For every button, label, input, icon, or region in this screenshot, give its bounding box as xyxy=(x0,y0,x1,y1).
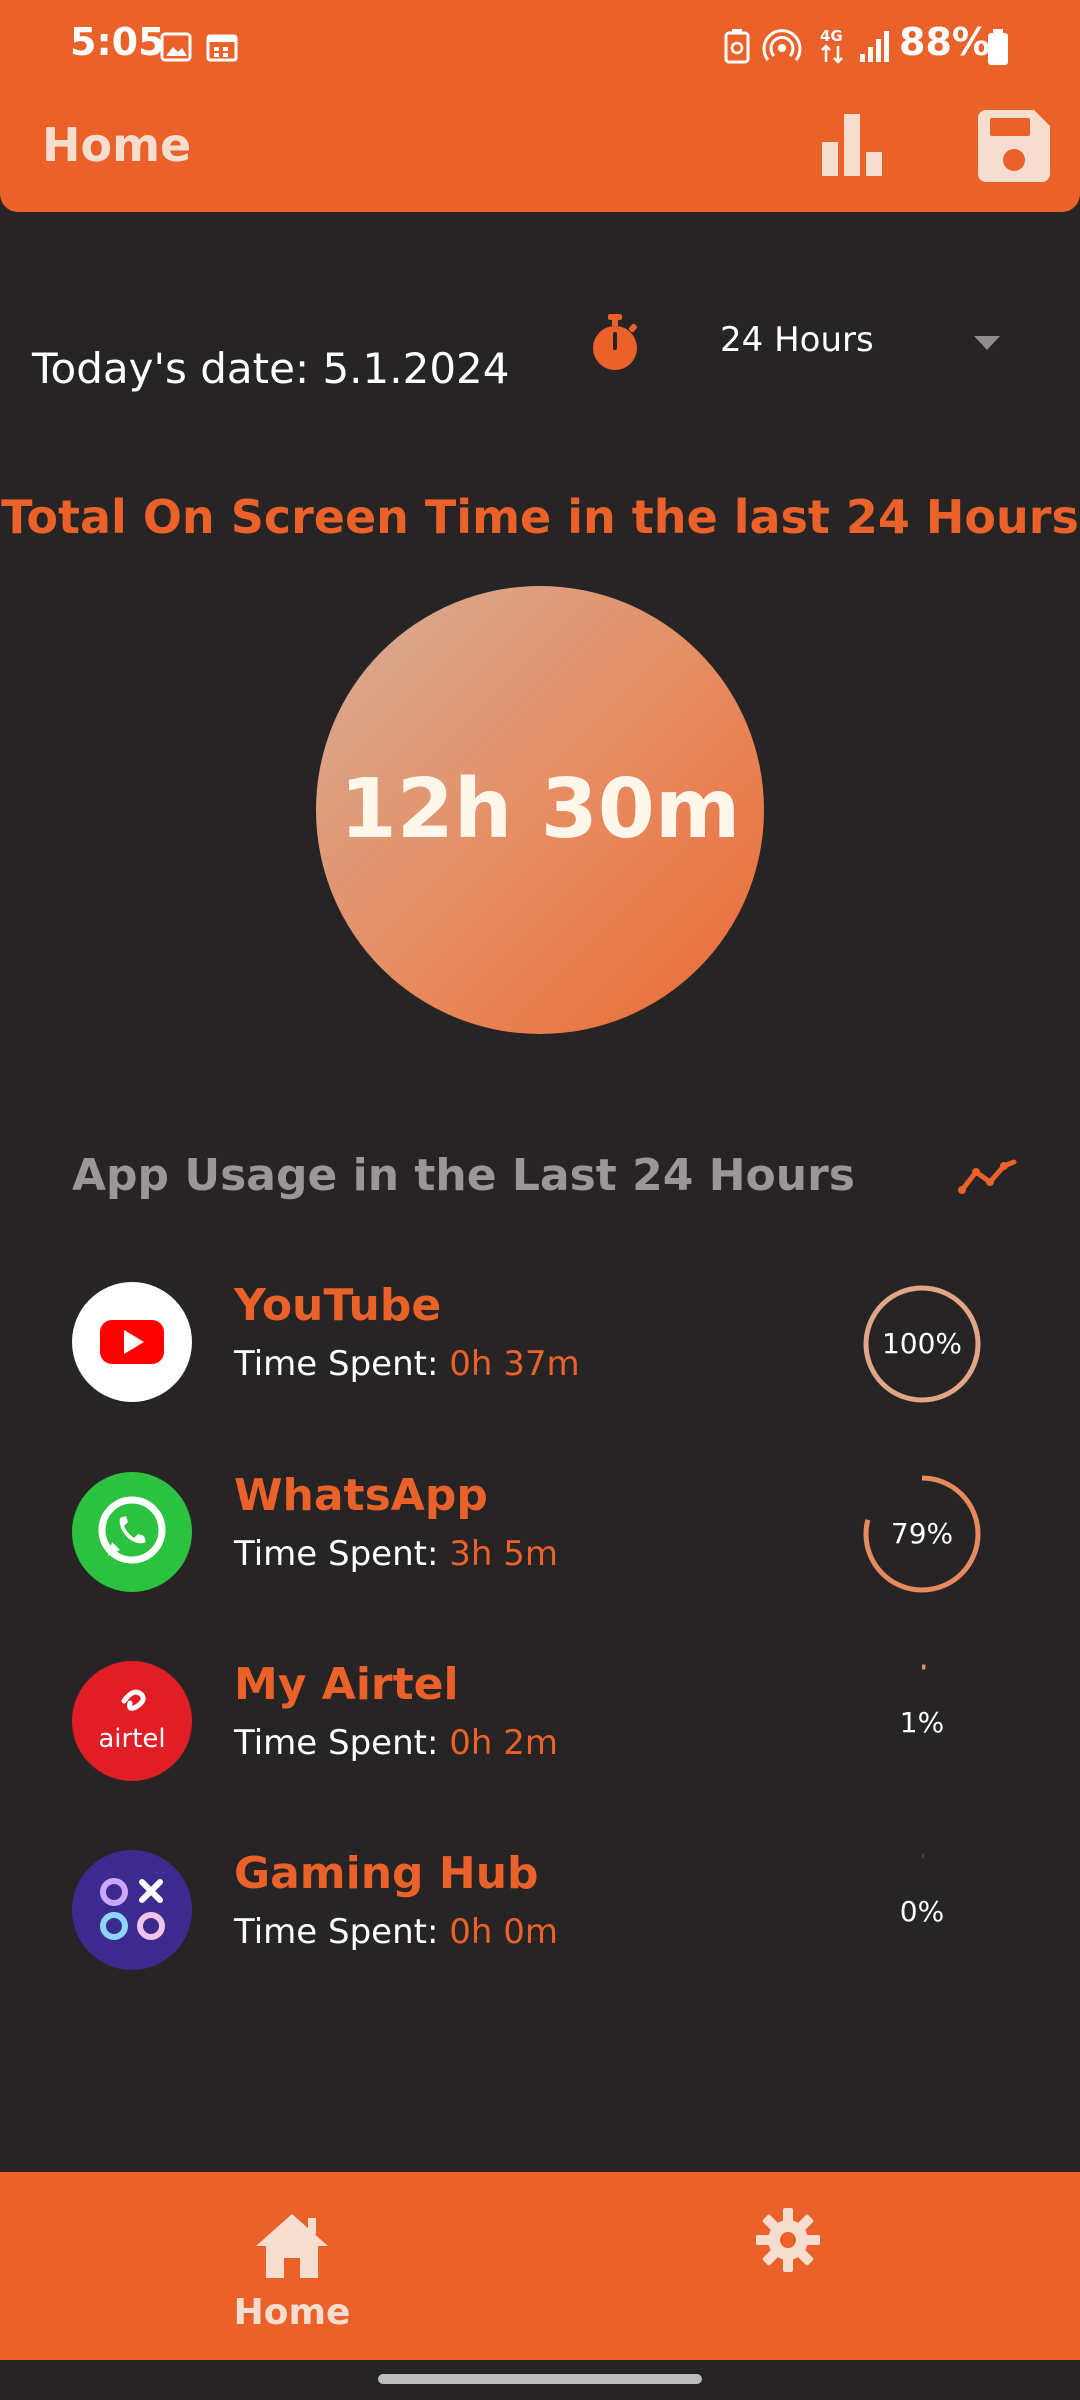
status-time: 5:05 xyxy=(70,20,165,64)
app-row-my-airtel[interactable]: airtel My Airtel Time Spent: 0h 2m 1% xyxy=(0,1651,1080,1791)
app-time-value: 0h 37m xyxy=(449,1344,580,1384)
time-range-value: 24 Hours xyxy=(720,320,874,360)
trend-line-icon[interactable] xyxy=(958,1156,1018,1196)
airtel-icon: airtel xyxy=(72,1661,192,1781)
time-range-dropdown[interactable]: 24 Hours xyxy=(700,300,1020,380)
usage-progress-ring: 0% xyxy=(860,1850,984,1974)
youtube-icon xyxy=(72,1282,192,1402)
usage-percent: 100% xyxy=(881,1327,963,1360)
dropdown-arrow-icon xyxy=(974,336,1000,350)
nav-home-tab[interactable]: Home xyxy=(228,2212,356,2372)
stopwatch-icon xyxy=(593,314,638,370)
app-row-whatsapp[interactable]: WhatsApp Time Spent: 3h 5m 79% xyxy=(0,1462,1080,1602)
network-4g-icon: 4G xyxy=(820,27,843,64)
svg-text:4G: 4G xyxy=(820,27,843,45)
signal-icon xyxy=(860,31,889,62)
app-name: Gaming Hub xyxy=(234,1848,539,1899)
app-bar-title: Home xyxy=(42,118,192,172)
usage-progress-ring: 100% xyxy=(860,1282,984,1406)
usage-percent: 0% xyxy=(899,1895,945,1928)
app-time-spent: Time Spent: 0h 2m xyxy=(234,1723,558,1763)
gaming-hub-icon xyxy=(72,1850,192,1970)
app-name: WhatsApp xyxy=(234,1470,488,1521)
whatsapp-icon xyxy=(72,1472,192,1592)
app-time-value: 3h 5m xyxy=(449,1534,558,1574)
todays-date: Today's date: 5.1.2024 xyxy=(32,344,510,393)
calendar-icon xyxy=(206,34,238,62)
bar-chart-icon[interactable] xyxy=(820,108,884,178)
gallery-icon xyxy=(160,32,192,62)
total-time-value: 12h 30m xyxy=(339,762,741,857)
battery-saver-icon xyxy=(724,29,750,64)
usage-percent: 79% xyxy=(890,1517,954,1550)
home-icon xyxy=(256,2214,328,2278)
app-time-value: 0h 2m xyxy=(449,1723,558,1763)
settings-gear-icon[interactable] xyxy=(756,2208,820,2272)
app-row-youtube[interactable]: YouTube Time Spent: 0h 37m 100% xyxy=(0,1272,1080,1412)
gesture-bar[interactable] xyxy=(378,2374,702,2384)
app-name: YouTube xyxy=(234,1280,442,1331)
save-icon[interactable] xyxy=(978,110,1050,182)
status-bar: 5:05 4G 88% xyxy=(0,0,1080,96)
hotspot-icon xyxy=(762,29,802,61)
app-name: My Airtel xyxy=(234,1659,459,1710)
usage-progress-ring: 79% xyxy=(860,1472,984,1596)
app-row-gaming-hub[interactable]: Gaming Hub Time Spent: 0h 0m 0% xyxy=(0,1840,1080,1980)
app-time-spent: Time Spent: 0h 37m xyxy=(234,1344,580,1384)
app-bar: 5:05 4G 88% Home xyxy=(0,0,1080,212)
usage-percent: 1% xyxy=(899,1706,945,1739)
battery-percent: 88% xyxy=(899,20,990,64)
nav-home-label: Home xyxy=(233,2292,351,2333)
app-usage-title: App Usage in the Last 24 Hours xyxy=(72,1150,855,1201)
app-time-spent: Time Spent: 3h 5m xyxy=(234,1534,558,1574)
total-time-circle: 12h 30m xyxy=(316,586,764,1034)
app-time-value: 0h 0m xyxy=(449,1912,558,1952)
bottom-navigation: Home xyxy=(0,2172,1080,2360)
usage-progress-ring: 1% xyxy=(860,1661,984,1785)
battery-icon xyxy=(988,29,1008,65)
airtel-icon-text: airtel xyxy=(98,1724,165,1754)
total-time-headline: Total On Screen Time in the last 24 Hour… xyxy=(1,490,1079,544)
app-time-spent: Time Spent: 0h 0m xyxy=(234,1912,558,1952)
